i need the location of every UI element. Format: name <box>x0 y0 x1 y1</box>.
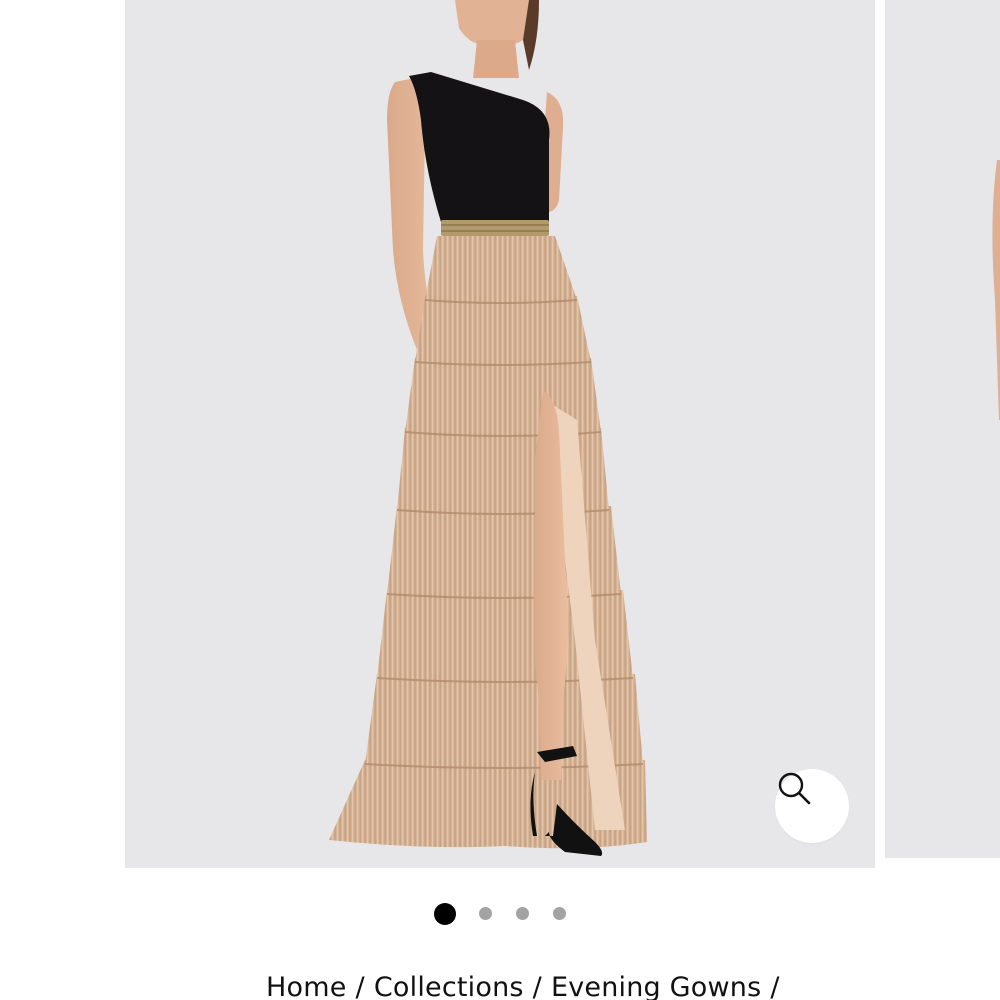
zoom-button[interactable] <box>775 769 849 843</box>
magnifier-icon <box>778 772 811 805</box>
gown-illustration <box>329 0 647 856</box>
pagination-dot-1[interactable] <box>434 903 456 925</box>
dress-skirt <box>329 236 647 849</box>
breadcrumb: Home / Collections / Evening Gowns / <box>266 972 789 1000</box>
breadcrumb-separator: / <box>770 972 780 1000</box>
product-image-main[interactable] <box>125 0 875 868</box>
next-slide-preview <box>992 160 1000 420</box>
pagination-dot-2[interactable] <box>479 907 492 920</box>
pagination-dot-3[interactable] <box>516 907 529 920</box>
product-page: Home / Collections / Evening Gowns / <box>0 0 1000 1000</box>
model-head <box>455 0 539 78</box>
gallery-pagination <box>0 903 1000 925</box>
breadcrumb-collections[interactable]: Collections <box>374 972 524 1000</box>
dress-belt <box>441 220 549 236</box>
breadcrumb-separator: / <box>355 972 365 1000</box>
breadcrumb-home[interactable]: Home <box>266 972 347 1000</box>
pagination-dot-4[interactable] <box>553 907 566 920</box>
breadcrumb-evening-gowns[interactable]: Evening Gowns <box>551 972 761 1000</box>
dress-bodice <box>409 72 550 222</box>
breadcrumb-separator: / <box>532 972 542 1000</box>
product-image-next[interactable] <box>885 0 1000 858</box>
